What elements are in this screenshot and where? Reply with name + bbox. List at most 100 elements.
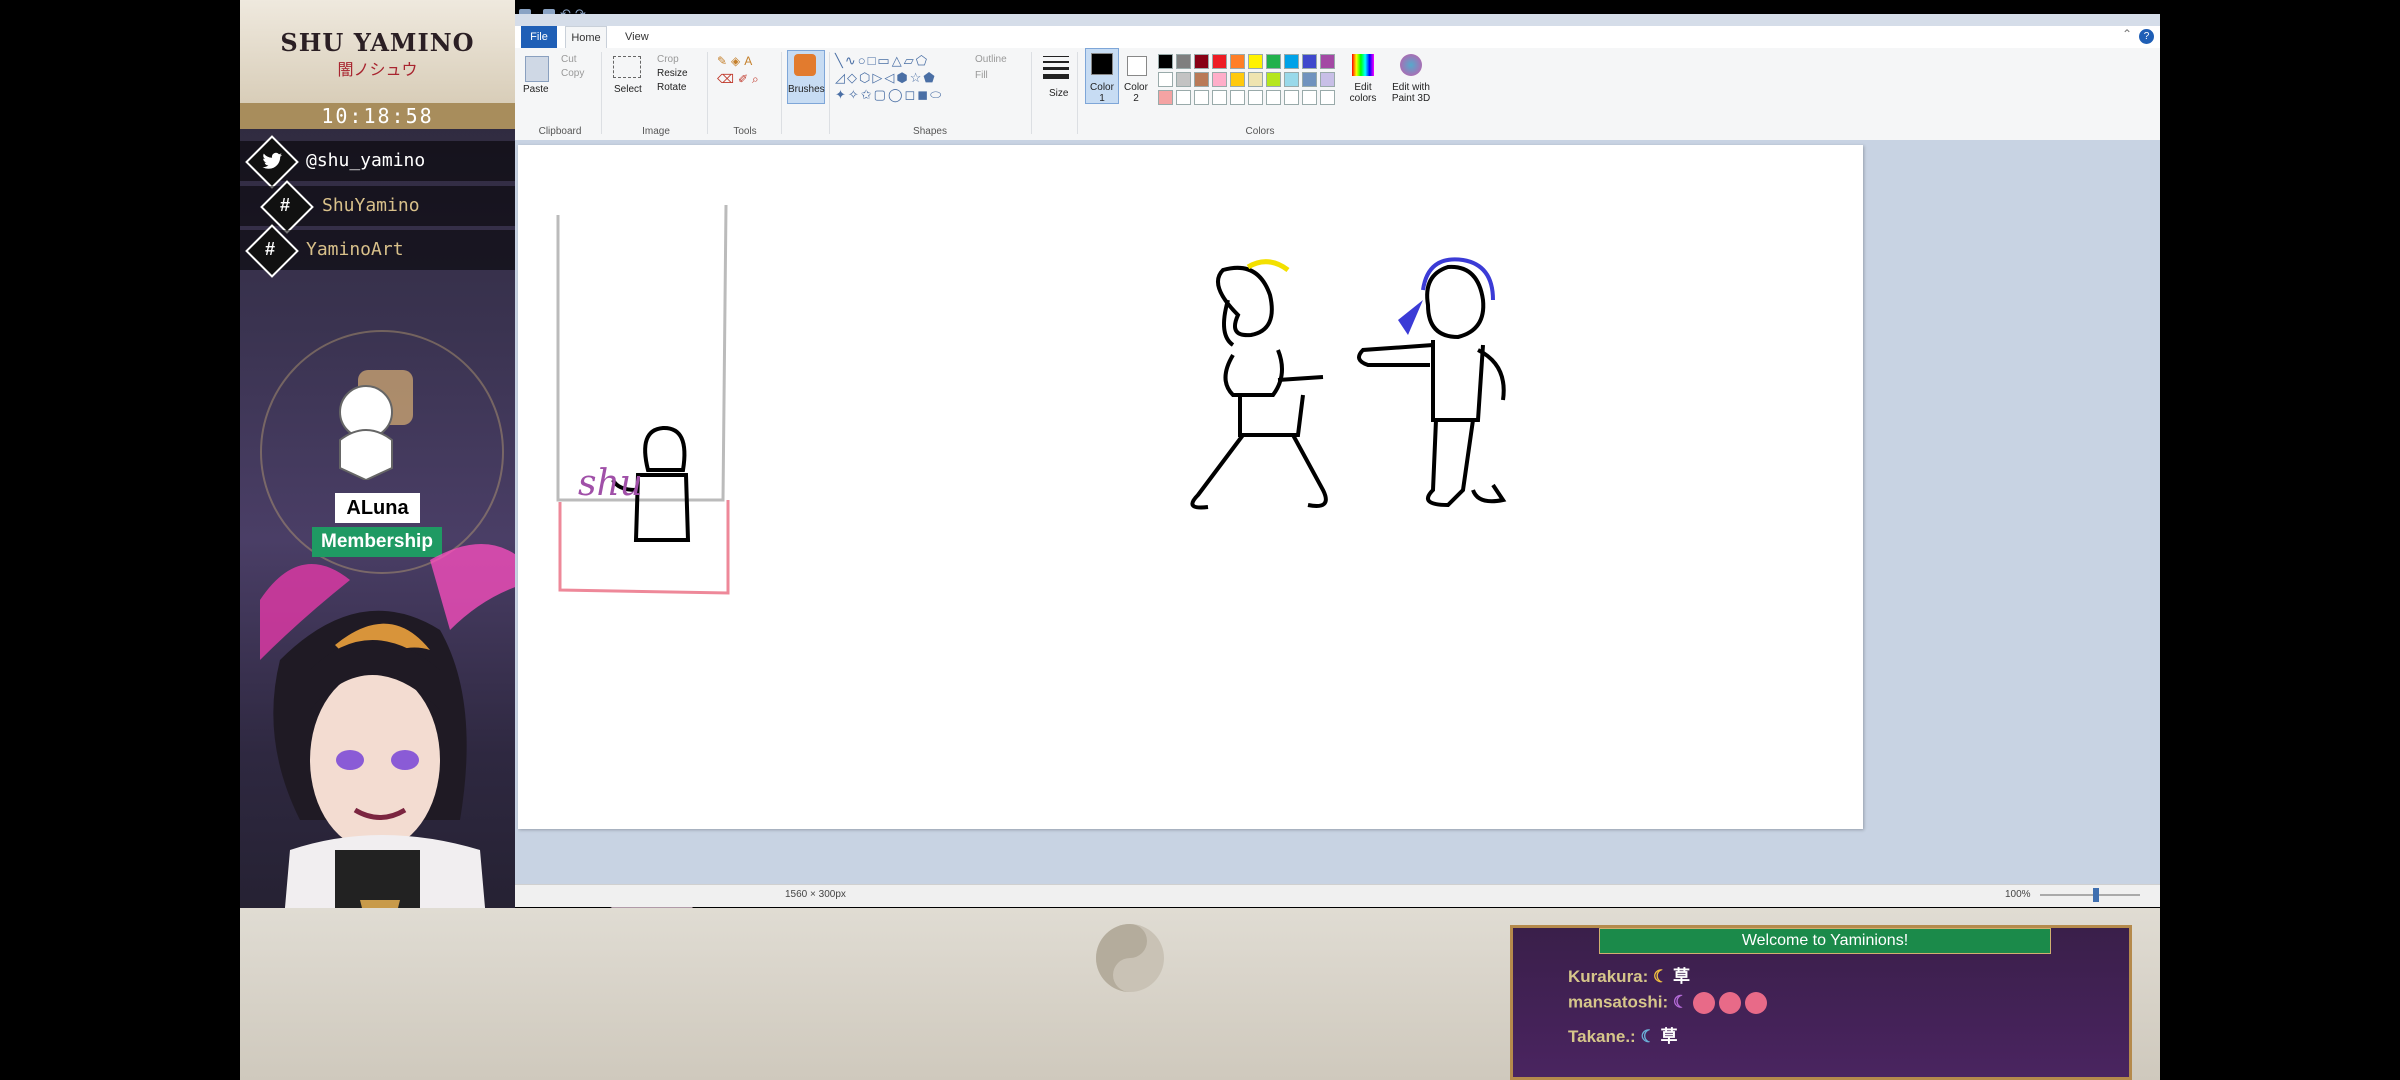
palette-swatch[interactable] [1158, 90, 1173, 105]
canvas-caption: shu [578, 463, 643, 504]
group-label-clipboard: Clipboard [538, 126, 582, 137]
tools-icons-row2[interactable]: ⌫✐⌕ [717, 72, 767, 87]
palette-swatch[interactable] [1194, 54, 1209, 69]
palette-swatch[interactable] [1320, 72, 1335, 87]
emote-icon [1692, 992, 1715, 1014]
color2-swatch[interactable] [1127, 56, 1147, 76]
palette-swatch[interactable] [1248, 72, 1263, 87]
chat-message: mansatoshi: ☾ [1568, 992, 1771, 1018]
rotate-button[interactable]: Rotate [657, 82, 686, 93]
palette-swatch[interactable] [1266, 90, 1281, 105]
moon-icon: ☾ [1653, 967, 1669, 986]
size-icon[interactable] [1043, 56, 1069, 79]
canvas-drawing [556, 204, 1507, 595]
edit-colors-button[interactable]: Edit colors [1345, 82, 1381, 104]
zoom-slider-thumb[interactable] [2093, 888, 2099, 902]
group-label-tools: Tools [733, 126, 757, 137]
hashtag-text: ShuYamino [322, 195, 420, 216]
size-label: Size [1049, 88, 1069, 99]
moon-icon: ☾ [1672, 992, 1689, 1012]
resize-button[interactable]: Resize [657, 68, 688, 79]
tab-view[interactable]: View [625, 26, 649, 48]
palette-swatch[interactable] [1266, 54, 1281, 69]
chat-username: Takane.: [1568, 1027, 1636, 1046]
brush-icon [794, 54, 816, 76]
palette-swatch[interactable] [1248, 90, 1263, 105]
channel-name: SHU YAMINO [280, 28, 475, 57]
fill-button[interactable]: Fill [975, 70, 988, 81]
select-icon[interactable] [613, 56, 641, 78]
social-row-hashtag-shu: # ShuYamino [240, 180, 515, 234]
emote-icon [1718, 992, 1741, 1014]
social-row-twitter: @shu_yamino [240, 135, 515, 189]
palette-swatch[interactable] [1176, 54, 1191, 69]
canvas-dimensions: 1560 × 300px [785, 889, 846, 900]
group-label-colors: Colors [1245, 126, 1275, 137]
stream-clock: 10:18:58 [321, 104, 434, 128]
paste-button[interactable]: Paste [523, 84, 549, 95]
palette-swatch[interactable] [1176, 72, 1191, 87]
paste-icon[interactable] [525, 56, 549, 82]
palette-swatch[interactable] [1302, 54, 1317, 69]
collapse-ribbon-icon[interactable]: ⌃ [2122, 27, 2132, 41]
select-button[interactable]: Select [614, 84, 642, 95]
group-label-image: Image [642, 126, 670, 137]
chat-username: mansatoshi: [1568, 992, 1669, 1012]
palette-swatch[interactable] [1212, 54, 1227, 69]
copy-button[interactable]: Copy [561, 68, 584, 79]
palette-swatch[interactable] [1212, 90, 1227, 105]
paint3d-icon[interactable] [1400, 54, 1422, 76]
moon-icon: ☾ [1640, 1027, 1656, 1046]
palette-swatch[interactable] [1230, 90, 1245, 105]
ribbon-separator [1077, 52, 1078, 134]
ribbon-separator [601, 52, 602, 134]
palette-swatch[interactable] [1212, 72, 1227, 87]
palette-swatch[interactable] [1176, 90, 1191, 105]
shapes-gallery[interactable]: ╲∿○□▭△▱⬠ ◿◇⬡▷◁⬢☆⬟ ✦✧✩▢◯◻◼⬭ [835, 52, 965, 103]
palette-swatch[interactable] [1248, 54, 1263, 69]
crop-button[interactable]: Crop [657, 54, 679, 65]
palette-swatch[interactable] [1266, 72, 1281, 87]
zoom-level: 100% [2005, 889, 2031, 900]
chat-message: Takane.: ☾ 草 [1568, 1022, 1677, 1048]
palette-swatch[interactable] [1158, 72, 1173, 87]
help-icon[interactable]: ? [2139, 29, 2154, 44]
palette-swatch[interactable] [1194, 72, 1209, 87]
palette-swatch[interactable] [1194, 90, 1209, 105]
canvas-area[interactable]: shu [515, 140, 2160, 884]
palette-swatch[interactable] [1320, 90, 1335, 105]
group-label-shapes: Shapes [913, 126, 947, 137]
member-name: ALuna [335, 493, 420, 523]
hashtag-glyph: # [264, 239, 275, 259]
yin-yang-emblem [1096, 924, 1164, 992]
palette-swatch[interactable] [1302, 90, 1317, 105]
palette-swatch[interactable] [1320, 54, 1335, 69]
chat-text: 草 [1660, 1027, 1678, 1046]
chat-message: Kurakura: ☾ 草 [1568, 962, 1690, 988]
palette-swatch[interactable] [1302, 72, 1317, 87]
hashtag-glyph: # [279, 195, 290, 215]
ribbon-separator [1031, 52, 1032, 134]
palette-swatch[interactable] [1230, 72, 1245, 87]
channel-subtitle: 闇ノシュウ [337, 62, 418, 79]
hashtag-text: YaminoArt [306, 239, 404, 260]
edit-paint3d-button[interactable]: Edit with Paint 3D [1387, 82, 1435, 104]
zoom-slider[interactable] [2040, 894, 2140, 896]
drawing-canvas[interactable]: shu [518, 145, 1863, 829]
outline-button[interactable]: Outline [975, 54, 1007, 65]
status-bar: 1560 × 300px 100% [515, 884, 2160, 907]
chat-panel: Welcome to Yaminions! Kurakura: ☾ 草 mans… [1510, 925, 2132, 1080]
palette-swatch[interactable] [1284, 72, 1299, 87]
palette-swatch[interactable] [1230, 54, 1245, 69]
palette-swatch[interactable] [1158, 54, 1173, 69]
tab-home[interactable]: Home [565, 26, 607, 49]
cut-button[interactable]: Cut [561, 54, 577, 65]
color1-label: Color 1 [1090, 82, 1114, 104]
tools-icons[interactable]: ✎◈A [717, 54, 767, 68]
palette-swatch[interactable] [1284, 90, 1299, 105]
edit-colors-icon[interactable] [1352, 54, 1374, 76]
member-avatar [339, 370, 413, 480]
tab-file[interactable]: File [521, 26, 557, 48]
palette-swatch[interactable] [1284, 54, 1299, 69]
ribbon-separator [829, 52, 830, 134]
